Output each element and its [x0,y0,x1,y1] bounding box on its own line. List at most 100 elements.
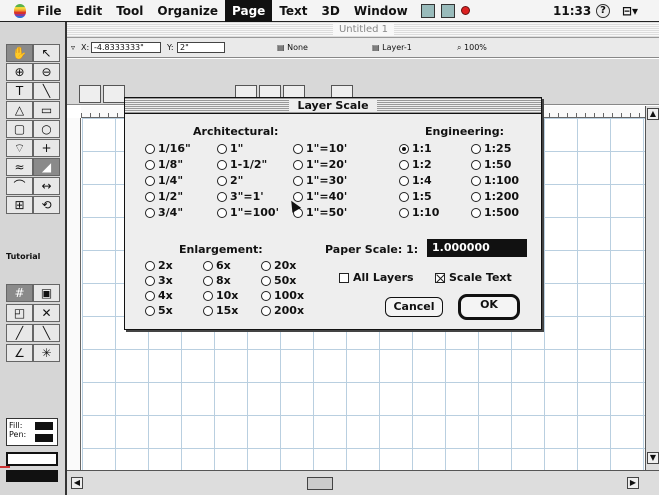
dialog-title-bar[interactable]: Layer Scale [125,98,541,114]
slant-tool-icon[interactable]: ╱ [6,324,33,342]
line-tool-icon[interactable]: ╲ [33,82,60,100]
polygon-tool-icon[interactable]: △ [6,101,33,119]
frame-tool-icon[interactable]: ▣ [33,284,60,302]
radio-arch-1in-10ft[interactable]: 1"=10' [293,142,347,155]
apple-menu[interactable] [10,3,30,18]
spline-mode-icon[interactable] [103,85,125,103]
radio-eng-1-10[interactable]: 1:10 [399,206,439,219]
rectangle-tool-icon[interactable]: ▭ [33,101,60,119]
fill-pattern-swatch[interactable] [6,470,58,482]
scroll-up-icon[interactable]: ▲ [647,108,659,120]
radio-enl-3x[interactable]: 3x [145,274,173,287]
grid-toggle-icon[interactable] [420,3,435,18]
extrude-tool-icon[interactable]: ◰ [6,304,33,322]
angle-tool-icon[interactable]: ∠ [6,344,33,362]
x-coordinate-field[interactable]: -4.8333333" [91,42,161,53]
rounded-rect-tool-icon[interactable]: ▢ [6,120,33,138]
menu-text[interactable]: Text [272,0,314,22]
menu-organize[interactable]: Organize [150,0,225,22]
radio-eng-1-100[interactable]: 1:100 [471,174,519,187]
menu-window[interactable]: Window [347,0,415,22]
zoom-out-tool-icon[interactable]: ⊖ [33,63,60,81]
scroll-down-icon[interactable]: ▼ [647,452,659,464]
ok-button[interactable]: OK [458,294,520,320]
zoom-in-tool-icon[interactable]: ⊕ [6,63,33,81]
radio-eng-1-25[interactable]: 1:25 [471,142,511,155]
scale-text-checkbox[interactable]: Scale Text [435,271,512,284]
horizontal-scrollbar[interactable]: ◀ ▶ [67,470,659,495]
style-popup[interactable]: ▤ None [277,42,308,53]
oval-tool-icon[interactable]: ○ [33,120,60,138]
scroll-right-icon[interactable]: ▶ [627,477,639,489]
asterisk-tool-icon[interactable]: ✳ [33,344,60,362]
radio-enl-15x[interactable]: 15x [203,304,238,317]
text-tool-icon[interactable]: T [6,82,33,100]
radio-arch-1in-20ft[interactable]: 1"=20' [293,158,347,171]
y-coordinate-field[interactable]: 2" [177,42,225,53]
horizontal-scroll-thumb[interactable] [307,477,333,490]
curve-tool-icon[interactable]: ≈ [6,158,33,176]
application-menu-icon[interactable]: ⊟▾ [622,4,644,18]
radio-arch-2in[interactable]: 2" [217,174,243,187]
cancel-button[interactable]: Cancel [385,297,443,317]
radio-enl-2x[interactable]: 2x [145,259,173,272]
radio-enl-4x[interactable]: 4x [145,289,173,302]
radio-arch-1-4[interactable]: 1/4" [145,174,183,187]
mirror-tool-icon[interactable]: ✕ [33,304,60,322]
radio-arch-1-2[interactable]: 1/2" [145,190,183,203]
radio-arch-1-16[interactable]: 1/16" [145,142,191,155]
radio-arch-1in-30ft[interactable]: 1"=30' [293,174,347,187]
document-title-bar[interactable]: Untitled 1 [67,22,659,38]
radio-arch-1in[interactable]: 1" [217,142,243,155]
radio-arch-1-8[interactable]: 1/8" [145,158,183,171]
menu-file[interactable]: File [30,0,69,22]
radio-arch-1in-40ft[interactable]: 1"=40' [293,190,347,203]
wall-tool-icon[interactable]: ◢ [33,158,60,176]
radio-eng-1-50[interactable]: 1:50 [471,158,511,171]
radio-enl-200x[interactable]: 200x [261,304,304,317]
vertical-scrollbar[interactable]: ▲ ▼ [645,106,659,470]
freeform-tool-icon[interactable]: ⌔ [6,139,33,157]
triangle-icon[interactable]: ▿ [71,42,75,53]
radio-enl-50x[interactable]: 50x [261,274,296,287]
radio-eng-1-5[interactable]: 1:5 [399,190,432,203]
record-icon[interactable] [460,6,470,15]
radio-eng-1-500[interactable]: 1:500 [471,206,519,219]
menu-page[interactable]: Page [225,0,273,22]
dimension-tool-icon[interactable]: ↔ [33,177,60,195]
radio-eng-1-2[interactable]: 1:2 [399,158,432,171]
radio-eng-1-1[interactable]: 1:1 [399,142,432,155]
draw-mode-icon[interactable] [79,85,101,103]
all-layers-checkbox[interactable]: All Layers [339,271,414,284]
rotate-tool-icon[interactable]: ⟲ [33,196,60,214]
help-icon[interactable]: ? [596,4,610,18]
layers-icon[interactable] [440,3,455,18]
radio-eng-1-4[interactable]: 1:4 [399,174,432,187]
arc-tool-icon[interactable]: ⌒ [6,177,33,195]
menu-3d[interactable]: 3D [315,0,347,22]
radio-enl-6x[interactable]: 6x [203,259,231,272]
push-tool-icon[interactable]: ╲ [33,324,60,342]
paper-scale-input[interactable]: 1.000000 [427,239,527,257]
tutorial-tab[interactable]: Tutorial [6,252,40,261]
radio-arch-3in-1ft[interactable]: 3"=1' [217,190,264,203]
radio-enl-5x[interactable]: 5x [145,304,173,317]
grid-snap-tool-icon[interactable]: # [6,284,33,302]
radio-arch-1in-100ft[interactable]: 1"=100' [217,206,279,219]
menu-edit[interactable]: Edit [69,0,110,22]
radio-enl-8x[interactable]: 8x [203,274,231,287]
scroll-left-icon[interactable]: ◀ [71,477,83,489]
zoom-readout[interactable]: ⌕ 100% [457,42,487,53]
menu-tool[interactable]: Tool [109,0,150,22]
pointer-tool-icon[interactable]: ↖ [33,44,60,62]
radio-enl-100x[interactable]: 100x [261,289,304,302]
symbol-tool-icon[interactable]: ⊞ [6,196,33,214]
radio-arch-1-1-2[interactable]: 1-1/2" [217,158,267,171]
crosshair-tool-icon[interactable]: + [33,139,60,157]
radio-enl-20x[interactable]: 20x [261,259,296,272]
line-weight-swatch[interactable] [6,452,58,466]
radio-arch-1in-50ft[interactable]: 1"=50' [293,206,347,219]
radio-eng-1-200[interactable]: 1:200 [471,190,519,203]
radio-arch-3-4[interactable]: 3/4" [145,206,183,219]
hand-tool-icon[interactable]: ✋ [6,44,33,62]
